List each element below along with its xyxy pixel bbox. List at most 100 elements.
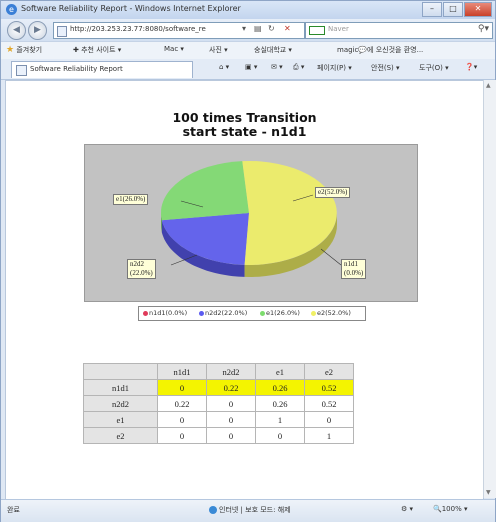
address-bar[interactable]: http://203.253.23.77:8080/software_re ▾ … xyxy=(53,22,305,39)
menu-page[interactable]: 페이지(P) ▾ xyxy=(317,63,352,73)
home-icon[interactable]: ⌂ ▾ xyxy=(219,63,229,71)
table-cell: 1 xyxy=(304,427,354,444)
zoom-control[interactable]: 🔍100% ▾ xyxy=(433,505,467,513)
column-header: e1 xyxy=(255,363,305,380)
legend-item-n1d1: n1d1(0.0%) xyxy=(143,309,187,317)
refresh-icon[interactable]: ↻ xyxy=(268,24,275,33)
search-placeholder: Naver xyxy=(328,25,349,33)
pie-slice-n2d2 xyxy=(161,213,249,265)
internet-zone-icon xyxy=(209,506,217,514)
scroll-down-icon[interactable]: ▼ xyxy=(486,489,491,496)
table-cell: 0 xyxy=(304,411,354,428)
legend-item-e2: e2(52.0%) xyxy=(311,309,351,317)
search-icon[interactable]: ⚲▾ xyxy=(478,24,489,34)
ie-logo-icon: e xyxy=(6,4,17,15)
table-corner-cell xyxy=(83,363,158,380)
row-header: n1d1 xyxy=(83,379,158,396)
table-cell: 0 xyxy=(255,427,305,444)
pie-label-n1d1: n1d1 (0.0%) xyxy=(341,259,367,279)
help-icon[interactable]: ❓▾ xyxy=(465,63,477,71)
chart-plot-area: e1(26.0%) e2(52.0%) n2d2 (22.0%) n1d1 (0… xyxy=(84,144,418,302)
table-cell: 0.26 xyxy=(255,379,305,396)
fav-soongsil[interactable]: 숭실대학교 ▾ xyxy=(254,45,292,55)
legend-item-n2d2: n2d2(22.0%) xyxy=(199,309,247,317)
vertical-scrollbar[interactable]: ▲ ▼ xyxy=(483,80,496,498)
table-cell: 0 xyxy=(157,379,207,396)
pie-label-n2d2: n2d2 (22.0%) xyxy=(127,259,156,279)
maximize-button[interactable]: □ xyxy=(443,2,463,17)
table-cell: 0 xyxy=(157,411,207,428)
address-row: ◀ ▶ http://203.253.23.77:8080/software_r… xyxy=(1,19,495,41)
fav-magic[interactable]: magic💬에 오신것을 환영... xyxy=(337,45,423,55)
legend-marker xyxy=(199,310,204,316)
row-header: e1 xyxy=(83,411,158,428)
back-button[interactable]: ◀ xyxy=(7,21,26,40)
address-dropdown-icon[interactable]: ▾ xyxy=(242,24,246,33)
table-cell: 0.22 xyxy=(206,379,256,396)
star-icon: ★ xyxy=(6,45,15,55)
table-cell: 0 xyxy=(206,427,256,444)
window-title: Software Reliability Report - Windows In… xyxy=(21,4,241,13)
chart-legend: n1d1(0.0%) n2d2(22.0%) e1(26.0%) e2(52.0… xyxy=(138,306,366,321)
menu-safety[interactable]: 안전(S) ▾ xyxy=(371,63,400,73)
column-header: e2 xyxy=(304,363,354,380)
favorites-button[interactable]: ★ 즐겨찾기 xyxy=(6,45,42,55)
feeds-icon[interactable]: ▣ ▾ xyxy=(245,63,257,71)
zone-indicator[interactable]: 인터넷 | 보호 모드: 해제 xyxy=(209,505,291,515)
fav-photos[interactable]: 사진 ▾ xyxy=(209,45,228,55)
chart-title-block: 100 times Transition start state - n1d1 xyxy=(6,111,483,139)
row-header: n2d2 xyxy=(83,395,158,412)
browser-window: e Software Reliability Report - Windows … xyxy=(0,0,496,522)
fav-suggested-sites[interactable]: ✚ 추천 사이트 ▾ xyxy=(73,45,121,55)
transition-table: n1d1 n2d2 e1 e2 n1d1 0 0.22 0.26 0.52 n2… xyxy=(83,363,354,444)
legend-marker xyxy=(143,310,148,316)
stop-icon[interactable]: ✕ xyxy=(284,24,291,33)
table-cell: 0 xyxy=(157,427,207,444)
mail-icon[interactable]: ✉ ▾ xyxy=(271,63,283,71)
favorites-bar: ★ 즐겨찾기 ✚ 추천 사이트 ▾ Mac ▾ 사진 ▾ 숭실대학교 ▾ mag… xyxy=(1,41,495,60)
table-row: e2 0 0 0 1 xyxy=(83,427,354,444)
close-button[interactable]: ✕ xyxy=(464,2,492,17)
scroll-up-icon[interactable]: ▲ xyxy=(486,82,491,89)
status-bar: 완료 인터넷 | 보호 모드: 해제 ⚙ ▾ 🔍100% ▾ xyxy=(1,499,495,522)
search-provider-icon xyxy=(309,26,325,35)
compat-view-icon[interactable]: ▤ xyxy=(254,24,262,33)
favorites-add-icon: ✚ xyxy=(73,46,79,54)
table-cell: 0 xyxy=(206,395,256,412)
pie-leader-line xyxy=(320,248,342,266)
column-header: n1d1 xyxy=(157,363,207,380)
table-header-row: n1d1 n2d2 e1 e2 xyxy=(83,363,354,380)
page-icon xyxy=(16,65,27,76)
pie-label-e1: e1(26.0%) xyxy=(113,194,149,205)
table-cell: 0 xyxy=(206,411,256,428)
table-cell: 0.52 xyxy=(304,379,354,396)
row-header: e2 xyxy=(83,427,158,444)
title-bar: e Software Reliability Report - Windows … xyxy=(1,1,495,19)
legend-marker xyxy=(260,310,265,316)
table-row: n1d1 0 0.22 0.26 0.52 xyxy=(83,379,354,396)
table-cell: 0.26 xyxy=(255,395,305,412)
legend-marker xyxy=(311,310,316,316)
address-url: http://203.253.23.77:8080/software_re xyxy=(70,25,206,33)
status-text: 완료 xyxy=(7,506,20,514)
table-row: n2d2 0.22 0 0.26 0.52 xyxy=(83,395,354,412)
table-row: e1 0 0 1 0 xyxy=(83,411,354,428)
table-cell: 0.22 xyxy=(157,395,207,412)
fav-mac[interactable]: Mac ▾ xyxy=(164,45,184,53)
pie-slice-e1 xyxy=(160,161,249,221)
chart-title: 100 times Transition xyxy=(172,110,317,125)
table-cell: 1 xyxy=(255,411,305,428)
status-tools-icon[interactable]: ⚙ ▾ xyxy=(401,505,413,513)
legend-item-e1: e1(26.0%) xyxy=(260,309,300,317)
pie-label-e2: e2(52.0%) xyxy=(315,187,351,198)
search-box[interactable]: Naver ⚲▾ xyxy=(305,22,493,39)
chart-subtitle: start state - n1d1 xyxy=(182,124,307,139)
table-cell: 0.52 xyxy=(304,395,354,412)
page-icon xyxy=(57,26,67,37)
menu-tools[interactable]: 도구(O) ▾ xyxy=(419,63,449,73)
column-header: n2d2 xyxy=(206,363,256,380)
minimize-button[interactable]: – xyxy=(422,2,442,17)
forward-button[interactable]: ▶ xyxy=(28,21,47,40)
tab-software-reliability-report[interactable]: Software Reliability Report xyxy=(11,61,193,78)
print-icon[interactable]: ⎙ ▾ xyxy=(293,63,304,72)
